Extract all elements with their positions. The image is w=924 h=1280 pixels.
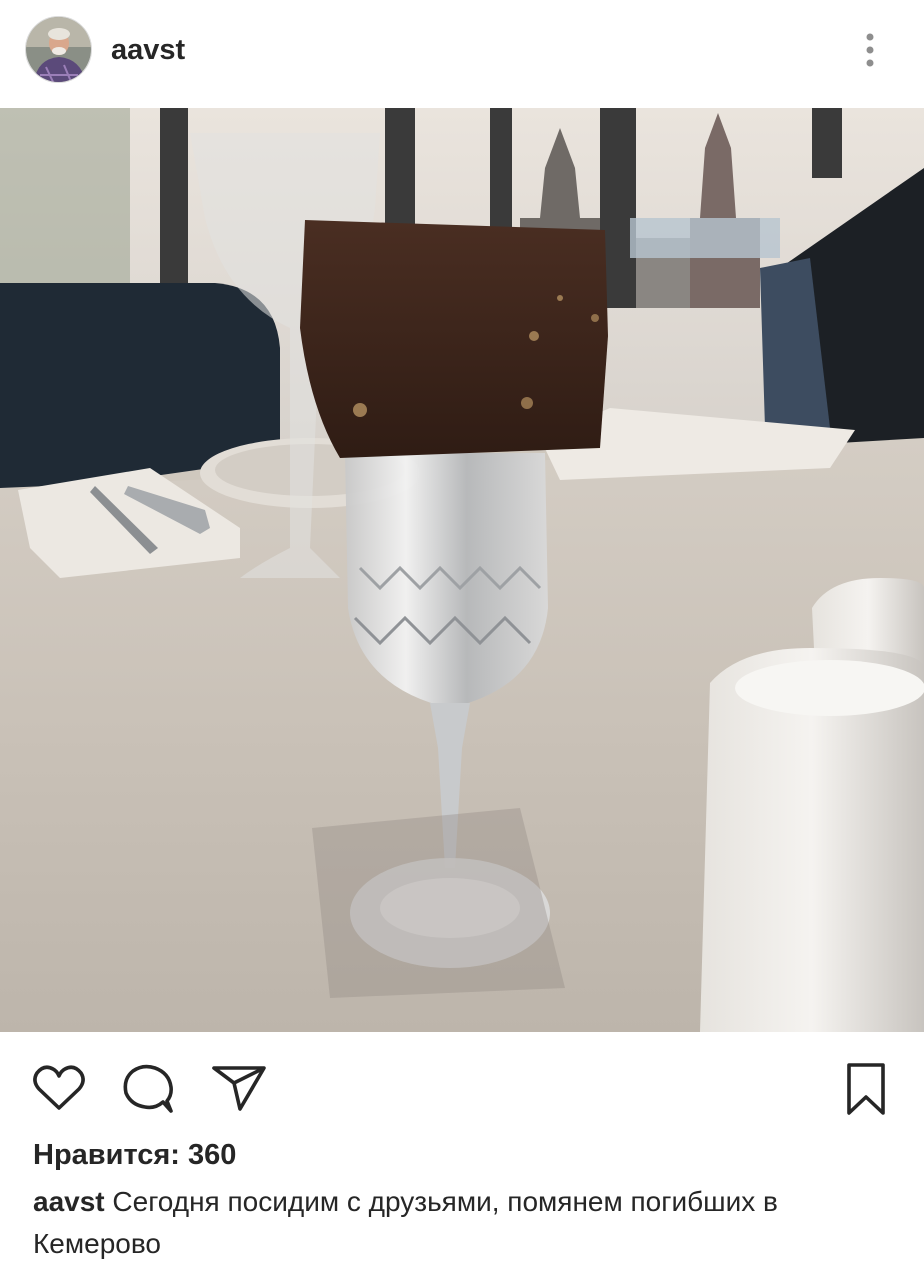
- send-icon: [212, 1066, 266, 1111]
- post-username[interactable]: aavst: [111, 30, 185, 70]
- likes-count[interactable]: Нравится: 360: [33, 1136, 236, 1174]
- comment-icon: [123, 1064, 173, 1113]
- post-photo-image: [0, 108, 924, 1032]
- caption-username[interactable]: aavst: [33, 1186, 105, 1217]
- caption-text: Сегодня посидим с друзьями, помянем поги…: [33, 1186, 778, 1259]
- comment-button[interactable]: [119, 1059, 179, 1119]
- post-header: aavst: [0, 0, 924, 104]
- post-photo[interactable]: [0, 108, 924, 1032]
- save-button[interactable]: [836, 1059, 896, 1119]
- avatar-image: [26, 17, 91, 82]
- bookmark-icon: [847, 1063, 885, 1115]
- heart-icon: [33, 1065, 85, 1110]
- post-caption: aavst Сегодня посидим с друзьями, помяне…: [33, 1181, 893, 1265]
- more-vertical-icon: [866, 33, 874, 67]
- more-options-button[interactable]: [848, 28, 892, 72]
- like-button[interactable]: [29, 1059, 89, 1119]
- share-button[interactable]: [209, 1059, 269, 1119]
- avatar[interactable]: [25, 16, 92, 83]
- post-actions-bar: [0, 1032, 924, 1132]
